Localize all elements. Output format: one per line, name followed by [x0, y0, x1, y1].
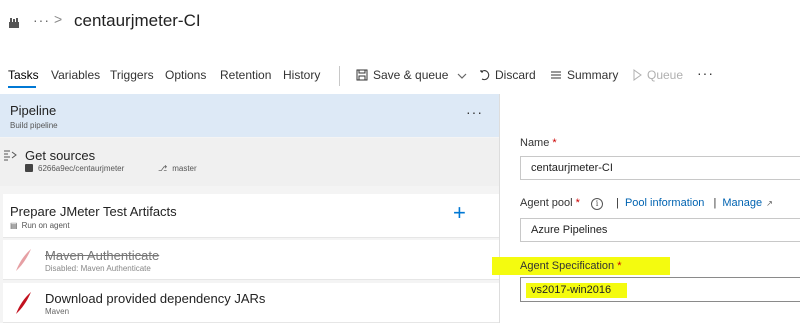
get-sources-item[interactable]: Get sources 6266a9ec/centaurjmeter ⎇ mast…	[0, 138, 499, 186]
tab-options[interactable]: Options	[165, 68, 206, 82]
manage-link[interactable]: Manage	[722, 197, 762, 209]
task-list-pane: Pipeline Build pipeline ··· Get sources …	[0, 94, 500, 323]
agent-pool-select[interactable]: Azure Pipelines	[520, 218, 800, 242]
list-icon	[551, 71, 561, 79]
required-mark: *	[552, 137, 557, 149]
queue-button[interactable]: Queue	[632, 68, 683, 82]
tab-history[interactable]: History	[283, 68, 320, 82]
page-title: centaurjmeter-CI	[74, 11, 201, 30]
breadcrumb-more-button[interactable]: ···	[33, 12, 50, 28]
active-tab-indicator	[8, 86, 36, 88]
maven-feather-icon	[13, 291, 33, 320]
required-mark: *	[575, 197, 580, 209]
task-subtitle: Maven	[45, 307, 70, 316]
maven-feather-icon	[13, 248, 33, 277]
summary-button[interactable]: Summary	[550, 68, 618, 82]
name-label-text: Name	[520, 137, 550, 149]
agent-specification-label-text: Agent Specification	[520, 260, 615, 272]
agent-job-title: Prepare JMeter Test Artifacts	[10, 204, 177, 219]
task-item-maven-authenticate[interactable]: Maven Authenticate Disabled: Maven Authe…	[3, 240, 499, 280]
task-title: Maven Authenticate	[45, 248, 160, 263]
task-title: Download provided dependency JARs	[45, 291, 266, 306]
agent-pool-label-text: Agent pool	[520, 197, 573, 209]
branch-name: master	[172, 164, 197, 173]
pipeline-item[interactable]: Pipeline Build pipeline ···	[0, 94, 499, 137]
pipeline-title: Pipeline	[10, 103, 57, 118]
agent-specification-label: Agent Specification *	[520, 260, 622, 272]
agent-job-subtitle: ▤ Run on agent	[10, 221, 70, 230]
agent-job-subtitle-text: Run on agent	[21, 221, 70, 230]
summary-label: Summary	[567, 68, 619, 82]
play-icon	[633, 69, 642, 81]
header: ··· > centaurjmeter-CI	[0, 0, 800, 48]
toolbar-more-button[interactable]: ···	[697, 65, 714, 81]
agent-specification-value: vs2017-win2016	[531, 284, 612, 296]
name-label: Name *	[520, 137, 557, 149]
build-pipeline-icon[interactable]	[8, 16, 20, 28]
undo-icon	[480, 70, 490, 81]
toolbar-divider	[339, 66, 340, 86]
branch-label: ⎇ master	[158, 164, 197, 173]
properties-pane: Name * centaurjmeter-CI Agent pool * i |…	[492, 94, 800, 323]
required-mark: *	[617, 260, 622, 272]
agent-pool-label: Agent pool * i | Pool information | Manage…	[520, 197, 773, 210]
agent-job-item[interactable]: Prepare JMeter Test Artifacts ▤ Run on ag…	[3, 194, 499, 238]
add-task-button[interactable]: +	[453, 200, 466, 226]
pool-information-link[interactable]: Pool information	[625, 197, 705, 209]
branch-icon: ⎇	[158, 164, 168, 173]
name-input[interactable]: centaurjmeter-CI	[520, 156, 800, 180]
save-queue-label: Save & queue	[373, 68, 449, 82]
get-sources-title: Get sources	[25, 148, 96, 163]
tab-triggers[interactable]: Triggers	[110, 68, 154, 82]
pipeline-more-button[interactable]: ···	[466, 104, 483, 120]
link-separator: |	[713, 197, 717, 209]
task-subtitle: Disabled: Maven Authenticate	[45, 264, 151, 273]
breadcrumb-separator: >	[54, 11, 63, 27]
tab-retention[interactable]: Retention	[220, 68, 271, 82]
repo-icon	[25, 164, 33, 172]
tab-tasks[interactable]: Tasks	[8, 68, 39, 82]
task-item-download-jars[interactable]: Download provided dependency JARs Maven	[3, 283, 499, 323]
repository-label: 6266a9ec/centaurjmeter	[25, 164, 124, 173]
pipeline-subtitle: Build pipeline	[10, 121, 58, 130]
source-code-icon	[3, 148, 17, 166]
info-icon[interactable]: i	[591, 198, 604, 210]
discard-button[interactable]: Discard	[478, 68, 536, 82]
tab-variables[interactable]: Variables	[51, 68, 100, 82]
toolbar: Tasks Variables Triggers Options Retenti…	[0, 62, 800, 88]
queue-label: Queue	[647, 68, 684, 82]
repository-name: 6266a9ec/centaurjmeter	[38, 164, 125, 173]
discard-label: Discard	[495, 68, 536, 82]
link-separator: |	[616, 197, 619, 209]
server-icon: ▤	[10, 221, 18, 230]
external-link-icon: ↗	[766, 199, 773, 208]
save-icon	[356, 69, 368, 81]
chevron-down-icon	[457, 73, 467, 79]
save-queue-button[interactable]: Save & queue	[356, 68, 467, 82]
